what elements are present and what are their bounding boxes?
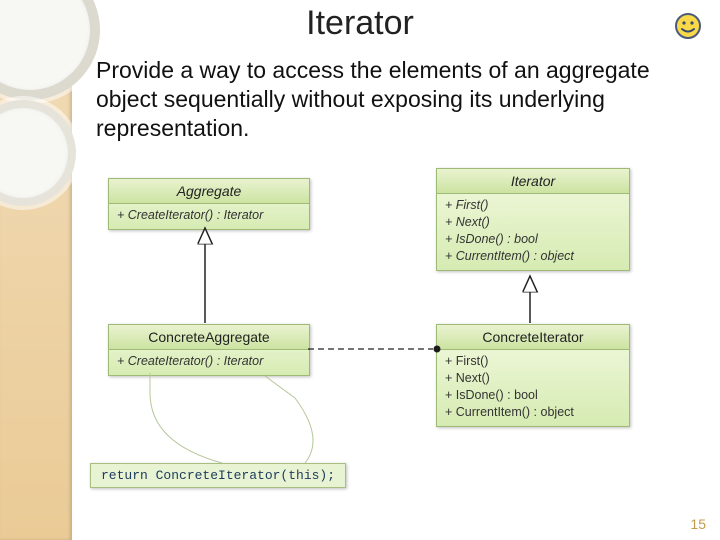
note-callout: return ConcreteIterator(this); (90, 463, 346, 488)
class-concrete-aggregate: ConcreteAggregate + CreateIterator() : I… (108, 324, 310, 376)
class-name: ConcreteIterator (437, 325, 629, 350)
page-number: 15 (690, 516, 706, 532)
smiley-icon (674, 12, 702, 40)
class-iterator: Iterator + First() + Next() + IsDone() :… (436, 168, 630, 271)
class-ops: + CreateIterator() : Iterator (109, 350, 309, 375)
class-concrete-iterator: ConcreteIterator + First() + Next() + Is… (436, 324, 630, 427)
slide-description: Provide a way to access the elements of … (96, 56, 696, 142)
class-ops: + First() + Next() + IsDone() : bool + C… (437, 194, 629, 270)
class-name: Aggregate (109, 179, 309, 204)
uml-diagram: ConcreteIterator (dashed with filled dia… (90, 168, 710, 518)
class-name: ConcreteAggregate (109, 325, 309, 350)
class-aggregate: Aggregate + CreateIterator() : Iterator (108, 178, 310, 230)
slide-title: Iterator (0, 4, 720, 43)
class-name: Iterator (437, 169, 629, 194)
class-ops: + CreateIterator() : Iterator (109, 204, 309, 229)
class-ops: + First() + Next() + IsDone() : bool + C… (437, 350, 629, 426)
